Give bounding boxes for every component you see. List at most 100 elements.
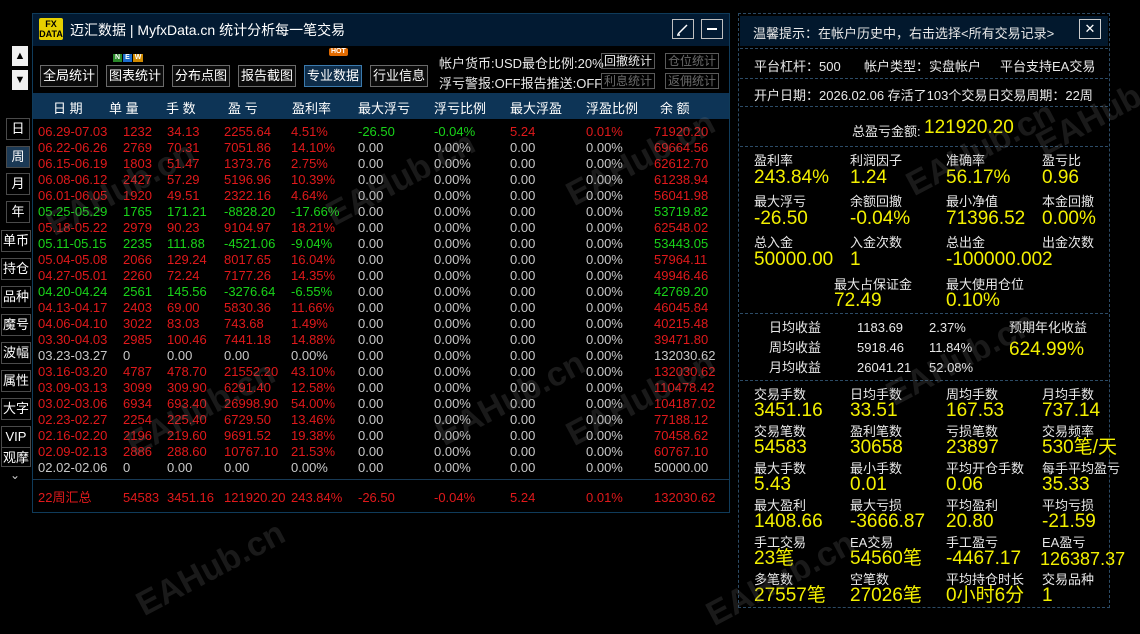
cell-max-floating-loss: 0.00 bbox=[358, 364, 384, 379]
minimize-button[interactable] bbox=[701, 19, 723, 39]
edit-button[interactable] bbox=[672, 19, 694, 39]
cell-profit: 9104.97 bbox=[224, 220, 271, 235]
stat-label: 最小净值 bbox=[946, 194, 999, 209]
cell-profit: 2322.16 bbox=[224, 188, 271, 203]
drawdown-stats-button[interactable]: 回撤统计 bbox=[601, 53, 656, 69]
cell-max-floating-loss: 0.00 bbox=[358, 460, 384, 475]
column-header-balance[interactable]: 余 额 bbox=[660, 98, 690, 117]
sidebar-item-day[interactable]: 日 bbox=[6, 118, 30, 140]
cell-rate: 4.64% bbox=[291, 188, 328, 203]
cell-floating-profit-ratio: 0.00% bbox=[586, 428, 623, 443]
cell-floating-profit-ratio: 0.00% bbox=[586, 380, 623, 395]
leverage: 平台杠杆：500 bbox=[754, 59, 841, 74]
sidebar-item-positions[interactable]: 持仓 bbox=[1, 258, 31, 280]
cell-floating-profit-ratio: 0.00% bbox=[586, 284, 623, 299]
cell-balance: 62548.02 bbox=[654, 220, 709, 235]
scroll-down-button[interactable]: ▼ bbox=[12, 70, 28, 90]
cell-lots: 111.88 bbox=[167, 236, 205, 251]
cell-max-floating-loss: 0.00 bbox=[358, 380, 384, 395]
cell-rate: -9.04% bbox=[291, 236, 333, 251]
sidebar-item-single-currency[interactable]: 单币 bbox=[1, 230, 31, 252]
sidebar-item-year[interactable]: 年 bbox=[6, 201, 30, 223]
rebate-stats-button[interactable]: 返佣统计 bbox=[665, 73, 720, 89]
cell-rate: 18.21% bbox=[291, 220, 336, 235]
sidebar-item-attributes[interactable]: 属性 bbox=[1, 370, 31, 392]
cell-floating-profit-ratio: 0.00% bbox=[586, 412, 623, 427]
cell-rate: 13.46% bbox=[291, 412, 336, 427]
cell-lots: 129.24 bbox=[167, 252, 207, 267]
cell-orders: 2427 bbox=[123, 172, 152, 187]
pro-data-button[interactable]: 专业数据 bbox=[304, 65, 362, 87]
global-stats-button[interactable]: 全局统计 bbox=[40, 65, 98, 87]
cell-floating-loss-ratio: 0.00% bbox=[434, 348, 471, 363]
cell-floating-loss-ratio: 0.00% bbox=[434, 156, 471, 171]
cell-floating-loss-ratio: 0.00% bbox=[434, 332, 471, 347]
stat-label: 利润因子 bbox=[850, 153, 903, 168]
cell-lots: 171.21 bbox=[167, 204, 207, 219]
grid-value: 0.06 bbox=[946, 474, 983, 495]
cell-balance: 60767.10 bbox=[654, 444, 709, 459]
stat-label: 准确率 bbox=[946, 153, 986, 168]
cell-orders: 0 bbox=[123, 460, 131, 475]
cell-date: 05.18-05.22 bbox=[38, 220, 108, 235]
cell-max-floating-loss: 0.00 bbox=[358, 396, 384, 411]
column-header-profit[interactable]: 盈 亏 bbox=[228, 98, 258, 117]
cell-floating-loss-ratio: 0.00% bbox=[434, 316, 471, 331]
stat-label: 盈亏比 bbox=[1042, 153, 1082, 168]
column-header-orders[interactable]: 单 量 bbox=[109, 98, 139, 117]
sidebar-item-large-font[interactable]: 大字 bbox=[1, 398, 31, 420]
grid-value: 1408.66 bbox=[754, 511, 823, 532]
cell-date: 04.13-04.17 bbox=[38, 300, 108, 315]
total-profit-value: 121920.20 bbox=[924, 117, 1014, 138]
column-header-floating-loss-ratio[interactable]: 浮亏比例 bbox=[434, 98, 486, 117]
cell-profit: 0.00 bbox=[224, 460, 250, 475]
cell-balance: 57964.11 bbox=[654, 252, 708, 267]
ea-support: 平台支持EA交易 bbox=[1000, 59, 1096, 74]
cell-rate: 43.10% bbox=[291, 364, 336, 379]
cell-date: 03.02-03.06 bbox=[38, 396, 108, 411]
cell-date: 05.25-05.29 bbox=[38, 204, 108, 219]
report-screenshot-button[interactable]: 报告截图 bbox=[238, 65, 296, 87]
interest-stats-button[interactable]: 利息统计 bbox=[601, 73, 656, 89]
position-stats-button[interactable]: 仓位统计 bbox=[665, 53, 720, 69]
column-header-date[interactable]: 日 期 bbox=[53, 98, 83, 117]
column-header-max-floating-loss[interactable]: 最大浮亏 bbox=[358, 98, 410, 117]
stat-value: 50000.00 bbox=[754, 249, 834, 270]
industry-info-button[interactable]: 行业信息 bbox=[370, 65, 428, 87]
grid-value: -21.59 bbox=[1042, 511, 1096, 532]
sidebar-item-symbols[interactable]: 品种 bbox=[1, 286, 31, 308]
cell-orders: 2769 bbox=[123, 140, 152, 155]
cell-max-floating-profit: 0.00 bbox=[510, 204, 536, 219]
grid-value: -3666.87 bbox=[850, 511, 926, 532]
sidebar-item-observe[interactable]: 观摩 bbox=[1, 447, 31, 467]
cell-floating-profit-ratio: 0.00% bbox=[586, 140, 623, 155]
average-label: 周均收益 bbox=[769, 340, 822, 355]
sidebar-item-volatility[interactable]: 波幅 bbox=[1, 342, 31, 364]
cell-rate: 16.04% bbox=[291, 252, 336, 267]
cell-floating-loss-ratio: 0.00% bbox=[434, 188, 471, 203]
cell-max-floating-loss: 0.00 bbox=[358, 428, 384, 443]
cell-max-floating-profit: 0.00 bbox=[510, 460, 536, 475]
chart-stats-button[interactable]: 图表统计 bbox=[106, 65, 164, 87]
cell-max-floating-loss: 0.00 bbox=[358, 332, 384, 347]
scroll-up-button[interactable]: ▲ bbox=[12, 46, 28, 66]
cell-max-floating-profit: 0.00 bbox=[510, 316, 536, 331]
sidebar-item-month[interactable]: 月 bbox=[6, 173, 30, 195]
total-profit-label: 总盈亏金额: bbox=[852, 124, 921, 139]
grid-label: EA盈亏 bbox=[1042, 535, 1086, 550]
sidebar-item-vip[interactable]: VIP bbox=[1, 426, 31, 448]
expand-icon[interactable]: ⌄ bbox=[10, 468, 20, 482]
sidebar-item-week[interactable]: 周 bbox=[6, 146, 30, 168]
column-header-rate[interactable]: 盈利率 bbox=[292, 98, 331, 117]
close-button[interactable]: ✕ bbox=[1079, 19, 1101, 39]
grid-value: 35.33 bbox=[1042, 474, 1090, 495]
cell-lots: 69.00 bbox=[167, 300, 200, 315]
cell-rate: 1.49% bbox=[291, 316, 328, 331]
column-header-max-floating-profit[interactable]: 最大浮盈 bbox=[510, 98, 562, 117]
sidebar-item-magic[interactable]: 魔号 bbox=[1, 314, 31, 336]
cell-profit: -4521.06 bbox=[224, 236, 276, 251]
open-date: 开户日期：2026.02.06 存活了103个交易日交易周期：22周 bbox=[754, 88, 1093, 103]
distribution-button[interactable]: 分布点图 bbox=[172, 65, 230, 87]
column-header-lots[interactable]: 手 数 bbox=[166, 98, 196, 117]
column-header-floating-profit-ratio[interactable]: 浮盈比例 bbox=[586, 98, 638, 117]
